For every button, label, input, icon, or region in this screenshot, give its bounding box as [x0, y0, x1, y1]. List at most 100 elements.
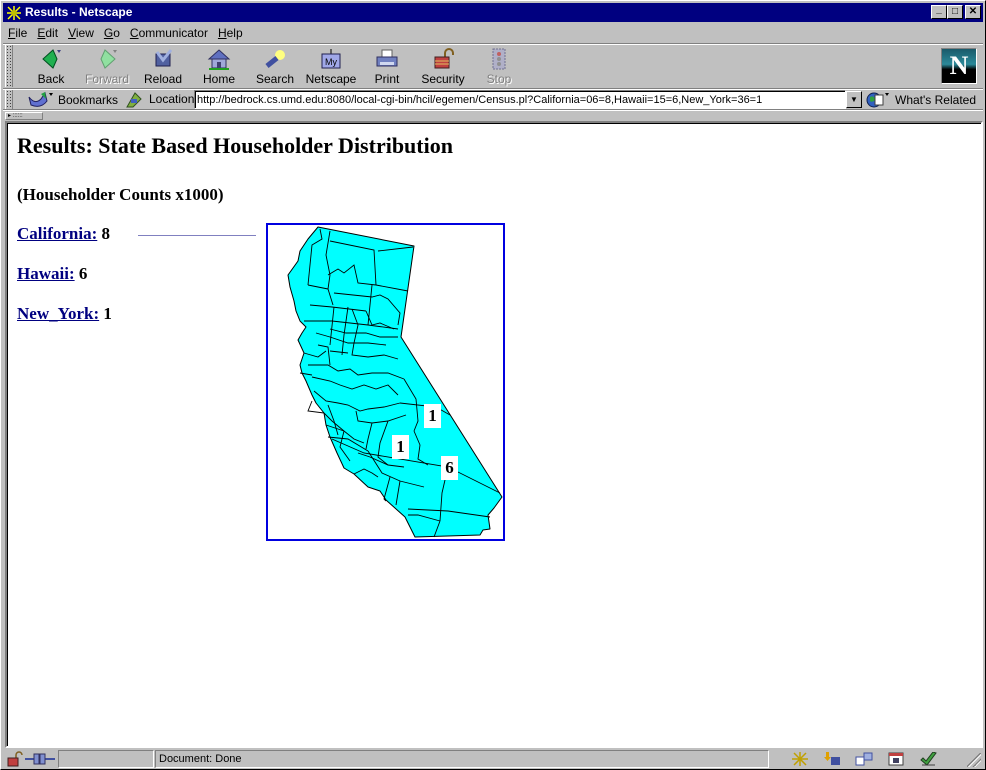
back-button[interactable]: Back	[23, 47, 79, 87]
bookmarks-icon	[27, 91, 55, 109]
netscape-label: Netscape	[305, 72, 357, 86]
netscape-logo-letter: N	[949, 51, 969, 80]
search-label: Search	[255, 72, 295, 86]
netscape-logo[interactable]: N	[941, 48, 977, 84]
menu-label: o	[113, 26, 120, 40]
window-title: Results - Netscape	[25, 5, 133, 19]
component-bar	[773, 750, 959, 768]
stop-button[interactable]: Stop	[471, 47, 527, 87]
california-outline	[287, 226, 503, 538]
connection-status-icon	[25, 751, 55, 767]
reload-button[interactable]: Reload	[135, 47, 191, 87]
resize-grip-icon[interactable]	[967, 753, 981, 767]
location-toolbar: Bookmarks Location: http://bedrock.cs.um…	[3, 90, 983, 110]
state-row-new-york: New_York: 1	[17, 304, 112, 324]
menu-edit[interactable]: Edit	[32, 26, 63, 40]
county-count-label: 1	[392, 435, 409, 459]
menu-label: dit	[45, 26, 59, 40]
back-label: Back	[37, 72, 65, 86]
progress-bar	[58, 750, 154, 768]
chevron-down-icon: ▼	[850, 95, 858, 104]
address-book-icon[interactable]	[887, 752, 905, 766]
county-count-label: 6	[441, 456, 458, 480]
state-count: 8	[101, 224, 111, 243]
whats-related-icon	[865, 91, 891, 109]
state-count: 1	[103, 304, 112, 323]
menu-help[interactable]: Help	[213, 26, 248, 40]
state-row-california: California: 8	[17, 224, 110, 244]
security-status-icon[interactable]	[6, 751, 24, 767]
forward-button[interactable]: Forward	[79, 47, 135, 87]
california-map-svg	[287, 226, 503, 538]
mail-icon[interactable]	[823, 752, 841, 766]
status-text: Document: Done	[155, 750, 769, 768]
menu-accel: H	[217, 26, 227, 40]
stop-icon	[487, 48, 511, 70]
menu-accel: V	[68, 26, 76, 40]
page-content: Results: State Based Householder Distrib…	[5, 121, 983, 748]
page-title: Results: State Based Householder Distrib…	[17, 133, 453, 158]
print-label: Print	[374, 72, 400, 86]
maximize-icon: □	[951, 6, 959, 17]
state-link-new-york[interactable]: New_York:	[17, 304, 99, 323]
my-netscape-icon: My	[319, 48, 343, 70]
menu-file[interactable]: File	[3, 26, 32, 40]
forward-arrow-icon	[95, 48, 119, 70]
menu-view[interactable]: View	[63, 26, 99, 40]
padlock-icon	[431, 48, 455, 70]
url-history-dropdown[interactable]: ▼	[846, 91, 862, 108]
toolbar-grip[interactable]	[5, 45, 13, 87]
url-input[interactable]: http://bedrock.cs.umd.edu:8080/local-cgi…	[194, 90, 846, 109]
state-link-hawaii[interactable]: Hawaii:	[17, 264, 75, 283]
california-county-map[interactable]: 1 1 6	[266, 223, 505, 541]
maximize-button[interactable]: □	[947, 5, 963, 19]
state-row-hawaii: Hawaii: 6	[17, 264, 87, 284]
menu-label: ommunicator	[138, 26, 208, 40]
stop-label: Stop	[486, 72, 512, 86]
menu-go[interactable]: Go	[99, 26, 125, 40]
composer-icon[interactable]	[919, 751, 937, 766]
menu-label: iew	[75, 26, 94, 40]
menu-label: ile	[15, 26, 28, 40]
back-arrow-icon	[39, 48, 63, 70]
minimize-icon: _	[936, 4, 942, 15]
personal-toolbar-tab[interactable]: ▸ ::::::	[5, 112, 43, 120]
search-icon	[263, 48, 287, 70]
bookmarks-button[interactable]: Bookmarks	[27, 90, 118, 110]
minimize-button[interactable]: _	[931, 5, 947, 19]
collapsed-toolbar-tabs: ▸ ::::::	[3, 111, 983, 121]
bookmarks-label: Bookmarks	[58, 93, 119, 107]
close-icon: ✕	[968, 6, 978, 17]
whats-related-button[interactable]: What's Related	[865, 90, 976, 110]
security-label: Security	[421, 72, 465, 86]
location-icon[interactable]	[125, 91, 143, 109]
state-link-california[interactable]: California:	[17, 224, 97, 243]
print-button[interactable]: Print	[359, 47, 415, 87]
browser-window: Results - Netscape _ □ ✕ File Edit View …	[0, 0, 986, 770]
search-button[interactable]: Search	[247, 47, 303, 87]
navigator-icon[interactable]	[791, 752, 809, 766]
menu-label: elp	[226, 26, 243, 40]
menu-communicator[interactable]: Communicator	[125, 26, 213, 40]
page-subtitle: (Householder Counts x1000)	[17, 185, 224, 204]
menu-accel: G	[103, 26, 114, 40]
county-count-label: 1	[424, 404, 441, 428]
title-bar[interactable]: Results - Netscape _ □ ✕	[3, 3, 983, 22]
netscape-app-icon	[6, 5, 22, 21]
home-label: Home	[202, 72, 235, 86]
menu-bar: File Edit View Go Communicator Help	[3, 23, 983, 43]
whats-related-label: What's Related	[895, 93, 976, 107]
close-button[interactable]: ✕	[965, 5, 981, 19]
menu-accel: C	[129, 26, 139, 40]
location-label: Location:	[149, 92, 198, 106]
my-netscape-button[interactable]: My Netscape	[303, 47, 359, 87]
reload-icon	[151, 48, 175, 70]
home-button[interactable]: Home	[191, 47, 247, 87]
location-toolbar-grip[interactable]	[5, 90, 13, 109]
navigation-toolbar: Back Forward Reload Home Search My Netsc…	[3, 45, 983, 89]
home-icon	[207, 48, 231, 70]
discussions-icon[interactable]	[855, 752, 873, 766]
security-button[interactable]: Security	[415, 47, 471, 87]
reload-label: Reload	[143, 72, 183, 86]
status-bar: Document: Done	[3, 749, 983, 769]
